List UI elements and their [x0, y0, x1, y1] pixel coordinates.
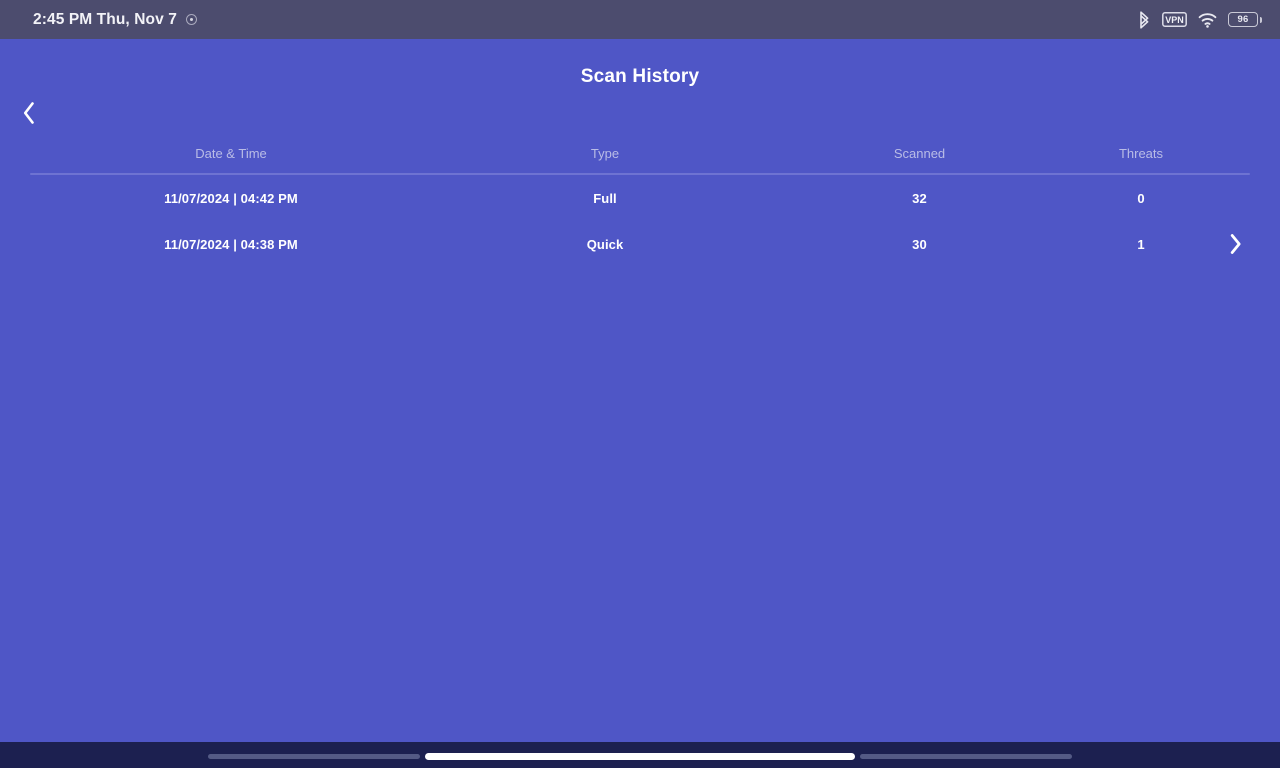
table-row[interactable]: 11/07/2024 | 04:38 PM Quick 30 1: [30, 221, 1250, 267]
home-pill-indicator[interactable]: [425, 753, 855, 760]
wifi-icon: [1198, 12, 1217, 28]
column-header-date-time: Date & Time: [30, 146, 432, 161]
cell-scanned-count: 32: [778, 191, 1061, 206]
status-bar-right-group: VPN 96: [1138, 11, 1262, 29]
nav-segment-right[interactable]: [860, 754, 1072, 759]
vpn-badge-icon: VPN: [1162, 12, 1187, 27]
nav-segment-left[interactable]: [208, 754, 420, 759]
table-header-row: Date & Time Type Scanned Threats: [30, 134, 1250, 173]
status-bar-left-group: 2:45 PM Thu, Nov 7: [33, 11, 197, 29]
status-clock: 2:45 PM Thu, Nov 7: [33, 11, 177, 29]
cell-scan-type: Full: [432, 191, 778, 206]
chevron-right-icon: [1229, 233, 1242, 255]
row-detail-button[interactable]: [1221, 233, 1250, 255]
page-title: Scan History: [0, 66, 1280, 88]
alarm-badge-icon: [186, 14, 197, 25]
column-header-threats: Threats: [1061, 146, 1221, 161]
battery-icon: 96: [1228, 12, 1262, 27]
cell-scan-type: Quick: [432, 237, 778, 252]
column-header-type: Type: [432, 146, 778, 161]
cell-date-time: 11/07/2024 | 04:42 PM: [30, 191, 432, 206]
battery-level-label: 96: [1238, 15, 1249, 25]
scan-history-table: Date & Time Type Scanned Threats 11/07/2…: [30, 134, 1250, 267]
cell-threats-count: 1: [1061, 237, 1221, 252]
system-navigation-bar: [0, 742, 1280, 768]
table-row[interactable]: 11/07/2024 | 04:42 PM Full 32 0: [30, 175, 1250, 221]
cell-scanned-count: 30: [778, 237, 1061, 252]
bluetooth-icon: [1138, 11, 1151, 29]
svg-text:VPN: VPN: [1165, 15, 1184, 25]
app-header: Scan History: [0, 39, 1280, 114]
cell-threats-count: 0: [1061, 191, 1221, 206]
cell-date-time: 11/07/2024 | 04:38 PM: [30, 237, 432, 252]
chevron-left-icon: [22, 101, 36, 125]
column-header-scanned: Scanned: [778, 146, 1061, 161]
system-status-bar: 2:45 PM Thu, Nov 7 VPN 96: [0, 0, 1280, 39]
back-button[interactable]: [12, 96, 46, 130]
